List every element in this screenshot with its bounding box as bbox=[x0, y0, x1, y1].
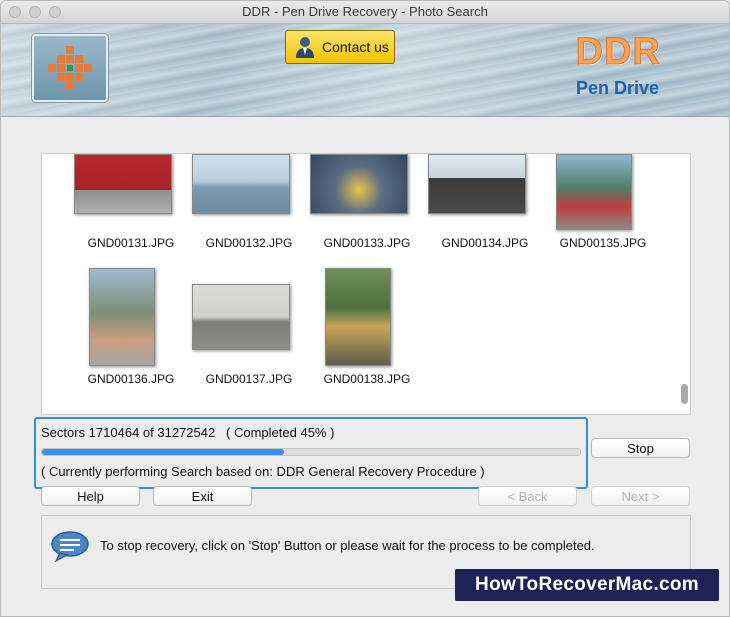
photo-thumbnail bbox=[74, 154, 172, 214]
title-bar: DDR - Pen Drive Recovery - Photo Search bbox=[1, 1, 729, 24]
photo-thumbnail bbox=[192, 154, 290, 214]
photo-filename: GND00135.JPG bbox=[559, 236, 647, 250]
person-icon bbox=[296, 37, 314, 58]
product-name: Pen Drive bbox=[575, 78, 659, 98]
contact-us-label: Contact us bbox=[322, 39, 389, 55]
photo-filename: GND00132.JPG bbox=[205, 236, 293, 250]
photo-filename: GND00133.JPG bbox=[323, 236, 411, 250]
next-button[interactable]: Next > bbox=[591, 486, 690, 506]
results-scrollbar[interactable] bbox=[681, 384, 688, 404]
photo-thumbnail bbox=[428, 154, 526, 214]
speech-bubble-icon bbox=[51, 531, 89, 562]
info-message: To stop recovery, click on 'Stop' Button… bbox=[100, 538, 595, 553]
watermark-banner: HowToRecoverMac.com bbox=[455, 569, 719, 601]
progress-section: Sectors 1710464 of 31272542 ( Completed … bbox=[34, 417, 588, 489]
photo-thumbnail bbox=[556, 154, 632, 230]
sectors-count: Sectors 1710464 of 31272542 bbox=[41, 425, 216, 440]
completed-percent: ( Completed 45% ) bbox=[226, 425, 335, 440]
photo-thumbnail bbox=[325, 268, 391, 366]
photo-filename: GND00131.JPG bbox=[87, 236, 175, 250]
window-title: DDR - Pen Drive Recovery - Photo Search bbox=[242, 4, 488, 19]
progress-bar bbox=[41, 448, 581, 456]
photo-item[interactable]: GND00135.JPG bbox=[544, 154, 662, 266]
photo-thumbnail bbox=[89, 268, 155, 366]
help-button[interactable]: Help bbox=[41, 486, 140, 506]
photo-item[interactable]: GND00137.JPG bbox=[190, 266, 308, 386]
photo-item[interactable]: GND00132.JPG bbox=[190, 154, 308, 266]
header-banner: Contact us DDR Pen Drive bbox=[1, 24, 729, 117]
sectors-status: Sectors 1710464 of 31272542 ( Completed … bbox=[41, 425, 334, 440]
stop-button[interactable]: Stop bbox=[591, 438, 690, 458]
back-button[interactable]: < Back bbox=[478, 486, 577, 506]
exit-button[interactable]: Exit bbox=[153, 486, 252, 506]
progress-bar-fill bbox=[42, 449, 285, 455]
photo-item[interactable]: GND00133.JPG bbox=[308, 154, 426, 266]
photo-item[interactable]: GND00138.JPG bbox=[308, 266, 426, 386]
photo-filename: GND00137.JPG bbox=[205, 372, 293, 386]
photo-filename: GND00136.JPG bbox=[87, 372, 175, 386]
photo-thumbnail bbox=[310, 154, 408, 214]
photo-filename: GND00134.JPG bbox=[441, 236, 529, 250]
photo-item[interactable]: GND00131.JPG bbox=[72, 154, 190, 266]
app-window: DDR - Pen Drive Recovery - Photo Search bbox=[0, 0, 730, 617]
photo-item[interactable]: GND00134.JPG bbox=[426, 154, 544, 266]
photo-item[interactable]: GND00136.JPG bbox=[72, 266, 190, 386]
photo-filename: GND00138.JPG bbox=[323, 372, 411, 386]
photo-results-panel[interactable]: GND00131.JPG GND00132.JPG GND00133.JPG G… bbox=[41, 153, 691, 415]
app-logo bbox=[32, 34, 108, 102]
current-procedure: ( Currently performing Search based on: … bbox=[41, 464, 485, 479]
brand-name: DDR bbox=[575, 31, 661, 74]
photo-thumbnail bbox=[192, 284, 290, 350]
contact-us-button[interactable]: Contact us bbox=[285, 30, 395, 64]
ddr-logo-icon bbox=[48, 46, 92, 90]
